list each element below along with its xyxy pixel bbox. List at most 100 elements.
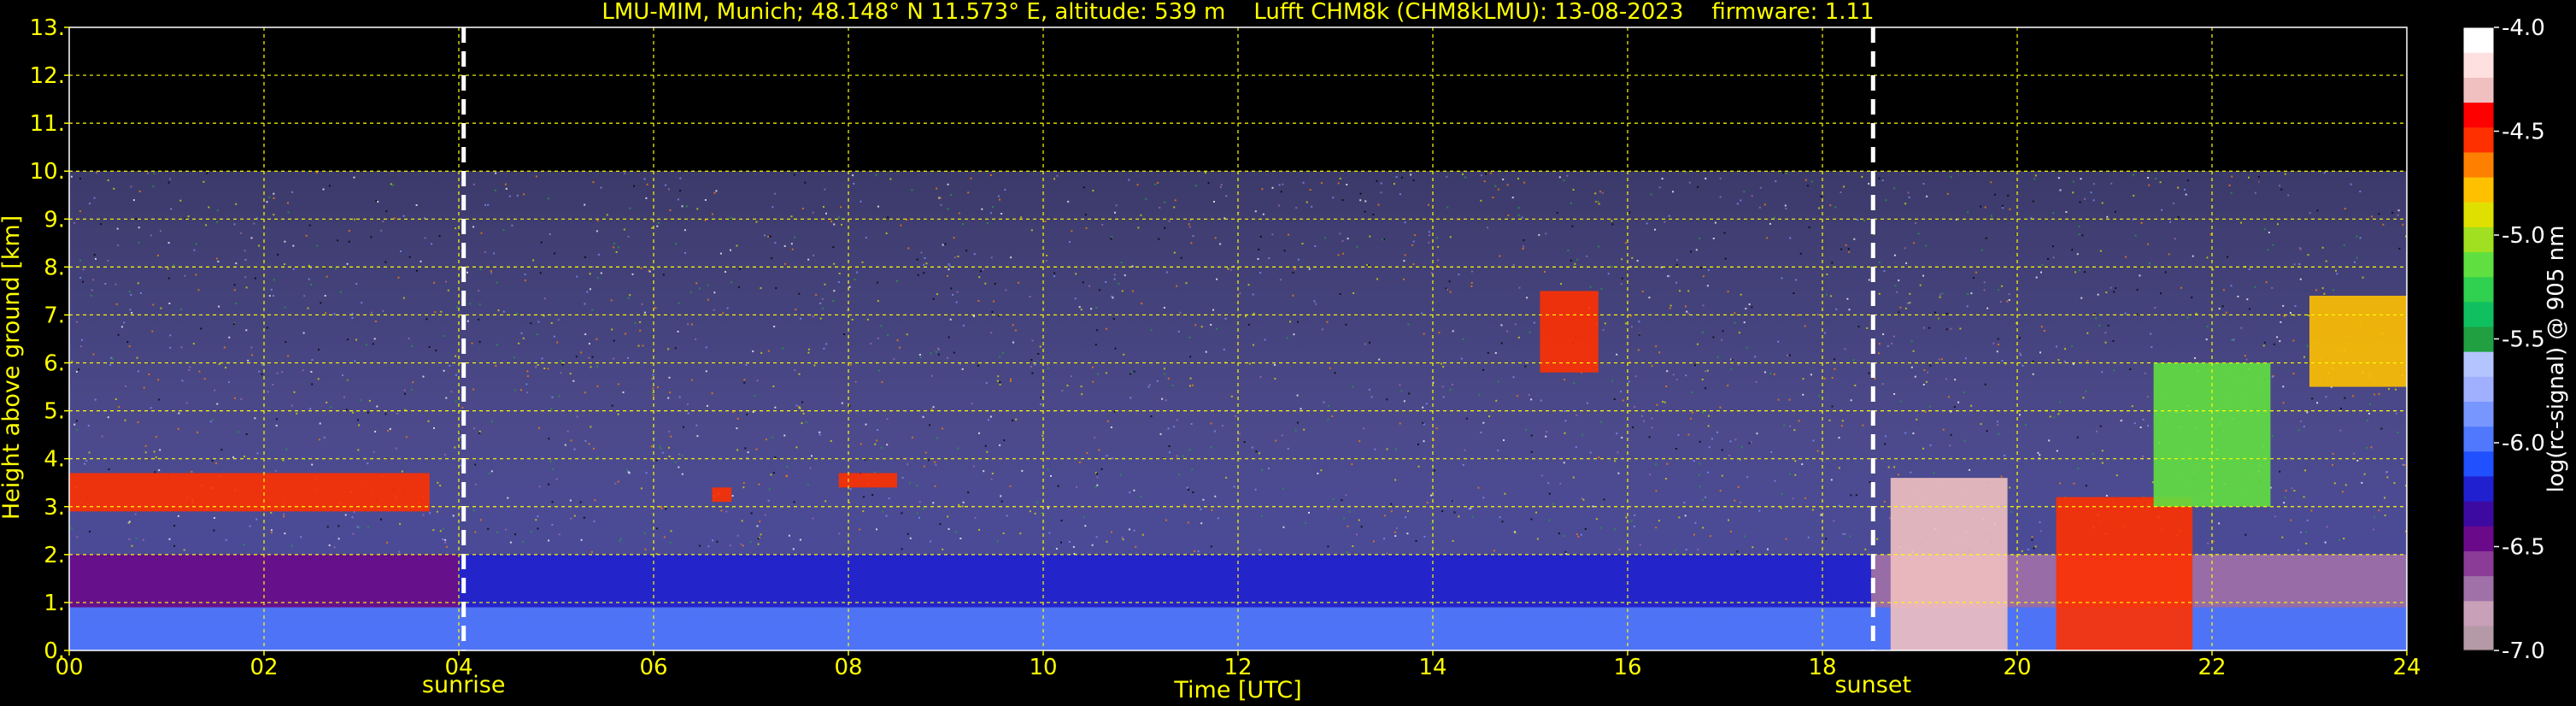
noise-speckle: [1067, 200, 1070, 203]
noise-speckle: [2001, 285, 2003, 287]
noise-speckle: [1047, 468, 1049, 471]
noise-speckle: [1825, 538, 1828, 540]
noise-speckle: [284, 263, 285, 266]
noise-speckle: [1746, 346, 1748, 349]
noise-speckle: [793, 174, 795, 176]
noise-speckle: [1060, 541, 1062, 544]
noise-speckle: [1705, 387, 1707, 390]
noise-speckle: [1707, 471, 1709, 474]
noise-speckle: [1189, 377, 1192, 379]
colorbar-segment: [2463, 575, 2494, 602]
noise-speckle: [1564, 420, 1567, 422]
noise-speckle: [375, 200, 378, 203]
noise-speckle: [2307, 254, 2309, 256]
noise-speckle: [1176, 455, 1178, 457]
noise-speckle: [999, 444, 1001, 446]
noise-speckle: [1180, 256, 1182, 259]
noise-speckle: [588, 443, 590, 445]
noise-speckle: [2032, 373, 2034, 375]
noise-speckle: [2206, 256, 2209, 259]
noise-speckle: [2040, 326, 2043, 328]
noise-speckle: [2255, 191, 2256, 194]
noise-speckle: [319, 422, 321, 425]
noise-speckle: [431, 243, 433, 245]
noise-speckle: [665, 508, 667, 510]
noise-speckle: [516, 194, 519, 197]
noise-speckle: [2124, 312, 2127, 315]
noise-speckle: [1446, 206, 1449, 209]
noise-speckle: [290, 544, 293, 547]
noise-speckle: [155, 436, 157, 438]
noise-speckle: [757, 538, 760, 540]
noise-speckle: [2280, 188, 2283, 191]
noise-speckle: [1687, 433, 1690, 436]
noise-speckle: [1611, 220, 1613, 222]
noise-speckle: [449, 364, 451, 367]
noise-speckle: [658, 221, 660, 224]
noise-speckle: [1069, 241, 1071, 243]
noise-speckle: [1191, 468, 1194, 471]
noise-speckle: [832, 246, 835, 249]
noise-speckle: [2144, 372, 2146, 374]
noise-speckle: [139, 292, 142, 294]
noise-speckle: [2110, 182, 2113, 185]
noise-speckle: [591, 266, 594, 268]
noise-speckle: [1224, 317, 1227, 320]
noise-speckle: [148, 374, 150, 375]
noise-speckle: [988, 419, 989, 421]
noise-speckle: [1950, 433, 1952, 436]
noise-speckle: [1874, 378, 1876, 379]
noise-speckle: [1521, 216, 1523, 219]
noise-speckle: [1630, 326, 1633, 328]
noise-speckle: [566, 430, 569, 432]
colorbar-segment: [2463, 526, 2494, 551]
noise-speckle: [385, 210, 388, 213]
noise-speckle: [478, 318, 480, 321]
noise-speckle: [1727, 385, 1729, 387]
noise-speckle: [1359, 199, 1362, 202]
noise-speckle: [1829, 295, 1832, 297]
noise-speckle: [225, 538, 227, 541]
noise-speckle: [309, 408, 312, 410]
noise-speckle: [2321, 246, 2324, 249]
noise-speckle: [384, 413, 387, 415]
noise-speckle: [645, 472, 648, 474]
noise-speckle: [1896, 291, 1898, 293]
noise-speckle: [1130, 371, 1133, 374]
noise-speckle: [736, 244, 738, 247]
noise-speckle: [2336, 273, 2338, 275]
noise-speckle: [2244, 533, 2247, 536]
noise-speckle: [986, 222, 989, 225]
noise-speckle: [235, 203, 238, 205]
noise-speckle: [590, 550, 593, 553]
noise-speckle: [370, 311, 373, 314]
noise-speckle: [1084, 525, 1087, 527]
noise-speckle: [537, 364, 539, 366]
noise-speckle: [576, 415, 578, 418]
noise-speckle: [137, 421, 139, 424]
noise-speckle: [2311, 397, 2314, 400]
noise-speckle: [617, 383, 619, 385]
noise-speckle: [311, 383, 314, 385]
noise-speckle: [1841, 532, 1844, 535]
noise-speckle: [931, 374, 933, 377]
noise-speckle: [1096, 484, 1099, 486]
noise-speckle: [1446, 288, 1448, 291]
noise-speckle: [461, 406, 464, 409]
noise-speckle: [772, 385, 775, 387]
noise-speckle: [1302, 181, 1305, 184]
noise-speckle: [1685, 374, 1687, 377]
noise-speckle: [1168, 220, 1171, 222]
noise-speckle: [755, 448, 758, 450]
noise-speckle: [157, 379, 160, 381]
noise-speckle: [1648, 297, 1651, 299]
noise-speckle: [1885, 435, 1887, 438]
noise-speckle: [1075, 273, 1077, 275]
noise-speckle: [695, 338, 697, 340]
noise-speckle: [193, 249, 196, 251]
noise-speckle: [115, 303, 118, 305]
noise-speckle: [1595, 518, 1598, 521]
noise-speckle: [1188, 223, 1190, 226]
colorbar-segment: [2463, 600, 2494, 627]
noise-speckle: [2221, 305, 2224, 308]
